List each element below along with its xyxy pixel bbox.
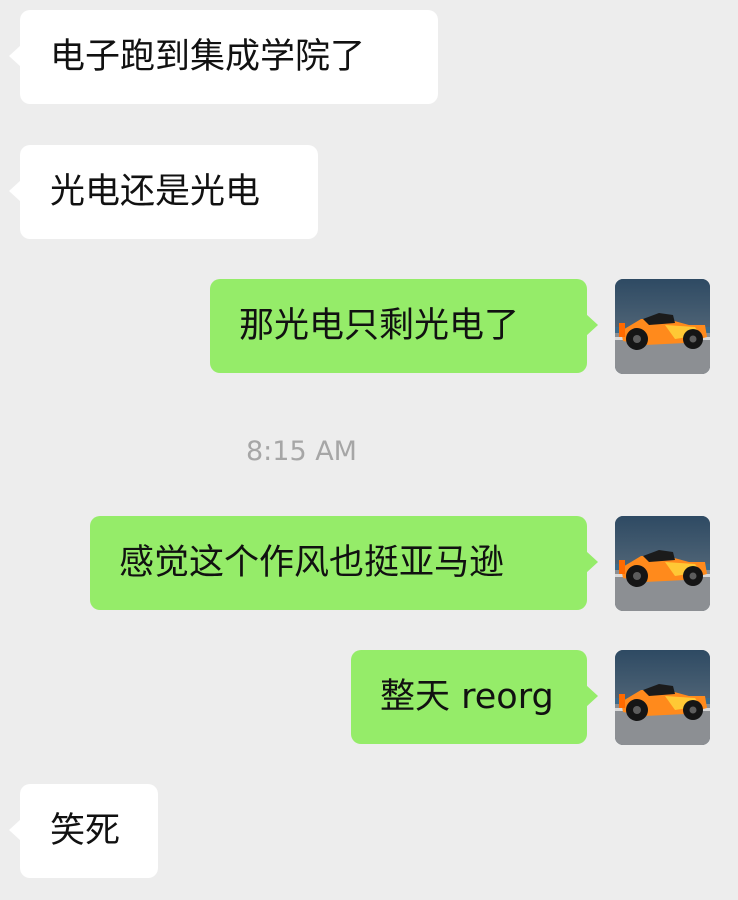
message-text: 感觉这个作风也挺亚马逊 <box>119 543 505 583</box>
message-bubble-outgoing[interactable]: 整天 reorg <box>351 650 598 744</box>
message-bubble-incoming[interactable]: 笑死 <box>9 784 158 878</box>
race-car-avatar-image <box>615 650 710 745</box>
race-car-avatar-image <box>615 279 710 374</box>
message-text: 那光电只剩光电了 <box>239 306 520 346</box>
message-bubble-outgoing[interactable]: 感觉这个作风也挺亚马逊 <box>90 516 598 610</box>
message-bubble-outgoing[interactable]: 那光电只剩光电了 <box>210 279 598 373</box>
message-text: 光电还是光电 <box>50 172 261 212</box>
message-timestamp: 8:15 AM <box>246 436 357 467</box>
chat-screen: { "chat": { "messages": [ {"direction": … <box>0 0 738 900</box>
race-car-avatar-icon[interactable] <box>615 279 710 374</box>
message-text: 电子跑到集成学院了 <box>50 37 366 77</box>
message-text: 整天 reorg <box>380 677 554 717</box>
race-car-avatar-image <box>615 516 710 611</box>
message-text: 笑死 <box>50 811 121 851</box>
race-car-avatar-icon[interactable] <box>615 650 710 745</box>
message-bubble-incoming[interactable]: 光电还是光电 <box>9 145 318 239</box>
message-bubble-incoming[interactable]: 电子跑到集成学院了 <box>9 10 438 104</box>
race-car-avatar-icon[interactable] <box>615 516 710 611</box>
